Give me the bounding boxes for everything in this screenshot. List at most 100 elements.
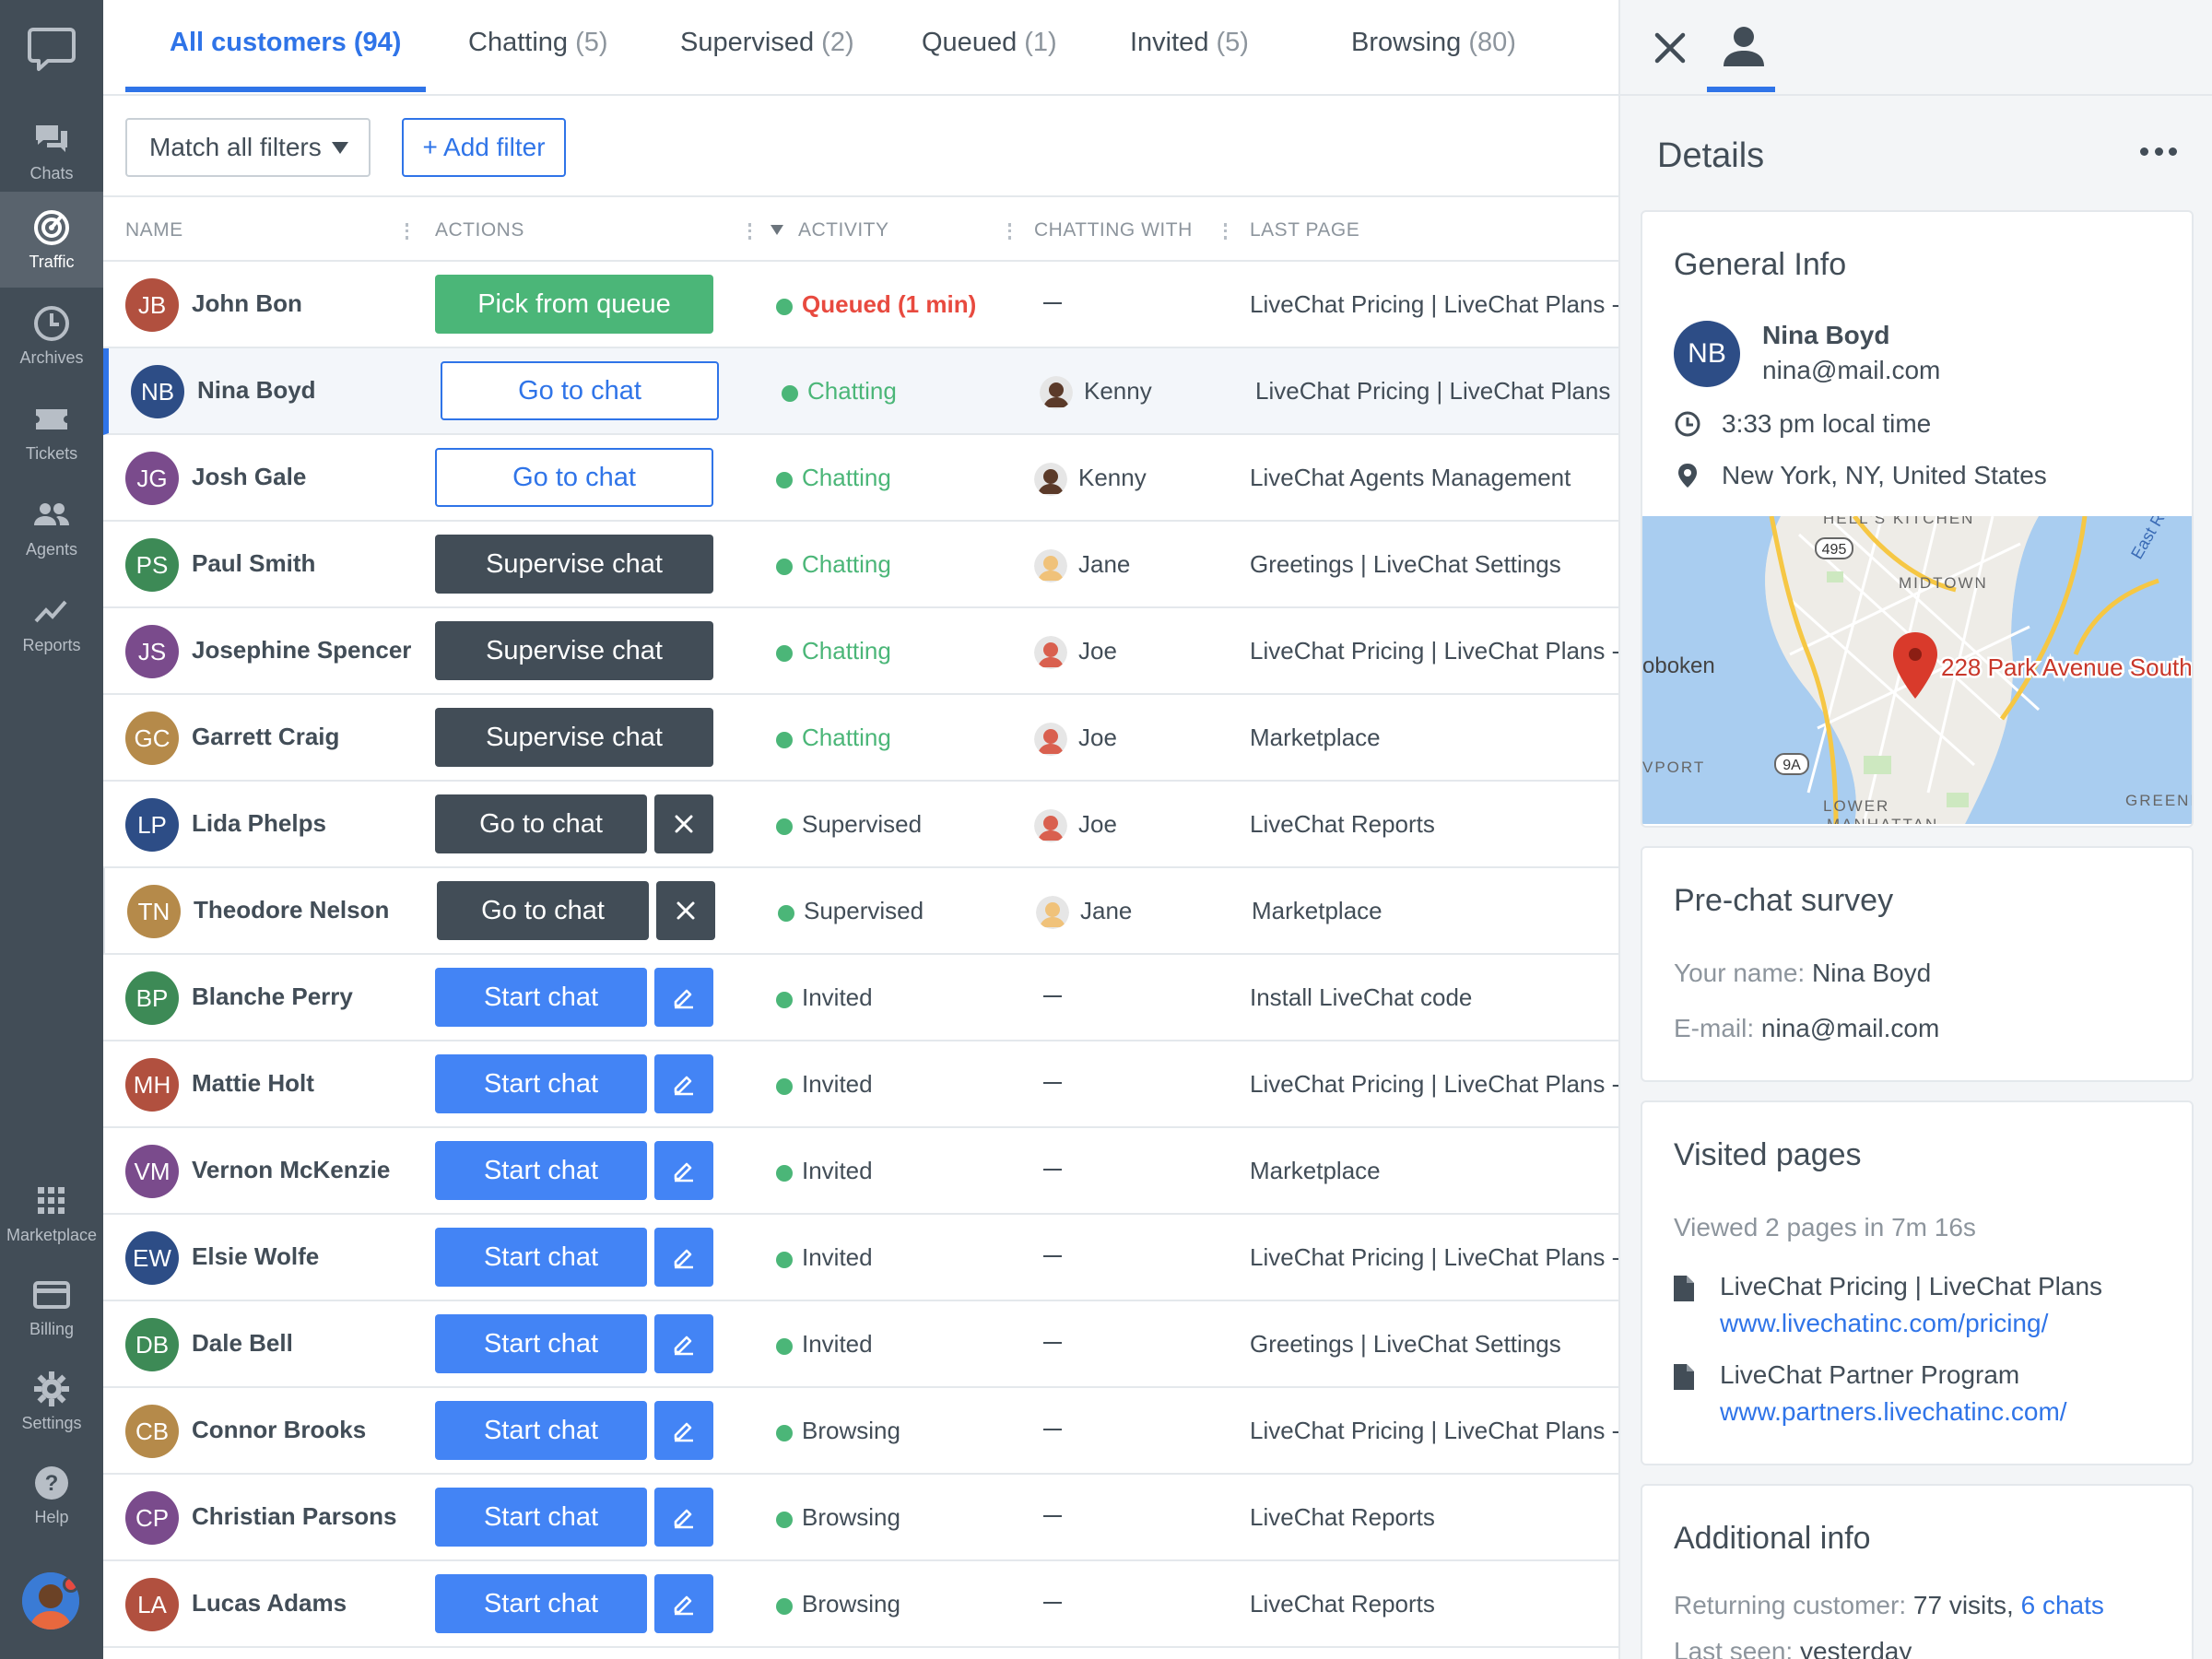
edit-invitation-button[interactable]	[654, 968, 713, 1027]
table-row[interactable]: CB Connor Brooks Start chat Browsing LiveCha…	[103, 1388, 1618, 1475]
additional-info-heading: Additional info	[1674, 1521, 1871, 1556]
customer-profile-icon[interactable]	[1720, 24, 1768, 70]
start-chat-button[interactable]: Start chat	[435, 1488, 647, 1547]
start-chat-button[interactable]: Start chat	[435, 968, 647, 1027]
nav-item-help[interactable]: ? Help	[0, 1447, 103, 1543]
start-chat-button[interactable]: Start chat	[435, 1054, 647, 1113]
edit-invitation-button[interactable]	[654, 1314, 713, 1373]
column-resize-handle[interactable]	[1008, 223, 1011, 240]
tab-supervised[interactable]: Supervised (2)	[680, 28, 854, 58]
column-header-actions[interactable]: ACTIONS	[435, 219, 524, 241]
edit-invitation-button[interactable]	[654, 1488, 713, 1547]
go-to-chat-button[interactable]: Go to chat	[441, 361, 719, 420]
agent-name: Kenny	[1084, 377, 1152, 405]
go-to-chat-button[interactable]: Go to chat	[435, 794, 647, 853]
match-filters-dropdown[interactable]: Match all filters	[125, 118, 371, 177]
column-resize-handle[interactable]	[748, 223, 751, 240]
start-chat-button[interactable]: Start chat	[435, 1314, 647, 1373]
column-resize-handle[interactable]	[406, 223, 408, 240]
table-row[interactable]: BP Blanche Perry Start chat Invited Install …	[103, 955, 1618, 1041]
go-to-chat-button[interactable]: Go to chat	[435, 448, 713, 507]
livechat-logo-icon[interactable]	[0, 17, 103, 81]
map-pin-label: 228 Park Avenue South	[1941, 653, 2193, 681]
map-label: 495	[1822, 542, 1847, 558]
more-options-icon[interactable]	[2140, 147, 2177, 157]
nav-item-tickets[interactable]: Tickets	[0, 383, 103, 479]
customer-name: Blanche Perry	[192, 982, 353, 1010]
tab-queued[interactable]: Queued (1)	[922, 28, 1057, 58]
table-row[interactable]: JG Josh Gale Go to chat Chatting Kenny LiveCh…	[103, 435, 1618, 522]
edit-invitation-button[interactable]	[654, 1574, 713, 1633]
no-agent-dash	[1043, 1082, 1062, 1084]
start-chat-button[interactable]: Start chat	[435, 1574, 647, 1633]
nav-item-marketplace[interactable]: Marketplace	[0, 1165, 103, 1261]
location-map[interactable]: HELL'S KITCHEN MIDTOWN VPORT LOWER MANHA…	[1642, 516, 2194, 824]
table-row[interactable]: LP Lida Phelps Go to chat Supervised Joe Live…	[103, 782, 1618, 868]
column-header-chatting-with[interactable]: CHATTING WITH	[1034, 219, 1193, 241]
chats-link[interactable]: 6 chats	[2021, 1591, 2104, 1619]
table-row[interactable]: DB Dale Bell Start chat Invited Greetings | …	[103, 1301, 1618, 1388]
edit-invitation-button[interactable]	[654, 1228, 713, 1287]
tab-chatting[interactable]: Chatting (5)	[468, 28, 608, 58]
close-icon[interactable]	[1650, 28, 1690, 68]
stop-supervising-button[interactable]	[656, 881, 715, 940]
map-label: HELL'S KITCHEN	[1823, 516, 1974, 527]
edit-invitation-button[interactable]	[654, 1401, 713, 1460]
nav-item-settings[interactable]: Settings	[0, 1353, 103, 1449]
table-row[interactable]: PS Paul Smith Supervise chat Chatting Jane Gr…	[103, 522, 1618, 608]
table-row[interactable]: VM Vernon McKenzie Start chat Invited Market…	[103, 1128, 1618, 1215]
tab-invited[interactable]: Invited (5)	[1130, 28, 1249, 58]
go-to-chat-button[interactable]: Go to chat	[437, 881, 649, 940]
column-header-name[interactable]: NAME	[125, 219, 183, 241]
nav-item-traffic[interactable]: Traffic	[0, 192, 103, 288]
current-user-avatar[interactable]	[22, 1572, 79, 1630]
supervise-chat-button[interactable]: Supervise chat	[435, 621, 713, 680]
supervise-chat-button[interactable]: Supervise chat	[435, 708, 713, 767]
column-header-activity[interactable]: ACTIVITY	[798, 219, 889, 241]
activity-status: Invited	[802, 1330, 873, 1358]
table-row[interactable]: TN Theodore Nelson Go to chat Supervised Jan…	[103, 868, 1618, 955]
column-header-last-page[interactable]: LAST PAGE	[1250, 219, 1359, 241]
nav-item-billing[interactable]: Billing	[0, 1259, 103, 1355]
pick-from-queue-button[interactable]: Pick from queue	[435, 275, 713, 334]
stop-supervising-button[interactable]	[654, 794, 713, 853]
table-row[interactable]: CP Christian Parsons Start chat Browsing Liv…	[103, 1475, 1618, 1561]
start-chat-button[interactable]: Start chat	[435, 1228, 647, 1287]
activity-status: Chatting	[802, 724, 891, 751]
table-row[interactable]: JS Josephine Spencer Supervise chat Chattin…	[103, 608, 1618, 695]
agent-avatar	[1034, 636, 1067, 669]
column-resize-handle[interactable]	[1224, 223, 1227, 240]
edit-invitation-button[interactable]	[654, 1054, 713, 1113]
table-row[interactable]: GC Garrett Craig Supervise chat Chatting Joe…	[103, 695, 1618, 782]
add-filter-button[interactable]: + Add filter	[402, 118, 566, 177]
agent-avatar	[1034, 463, 1067, 496]
tab-label: Chatting	[468, 28, 569, 57]
table-row[interactable]: JB John Bon Pick from queue Queued (1 min) L…	[103, 262, 1618, 348]
highway-495-shield: 495	[1815, 537, 1853, 559]
table-row[interactable]: NB Nina Boyd Go to chat Chatting Kenny LiveCh…	[103, 348, 1618, 435]
tab-all-customers[interactable]: All customers (94)	[170, 28, 401, 58]
table-row[interactable]: EW Elsie Wolfe Start chat Invited LiveChat P…	[103, 1215, 1618, 1301]
nav-item-chats[interactable]: Chats	[0, 103, 103, 199]
nav-item-agents[interactable]: Agents	[0, 479, 103, 575]
edit-invitation-button[interactable]	[654, 1141, 713, 1200]
nav-item-archives[interactable]: Archives	[0, 288, 103, 383]
table-row[interactable]: MH Mattie Holt Start chat Invited LiveChat P…	[103, 1041, 1618, 1128]
tab-label: Browsing	[1351, 28, 1462, 57]
visited-page-url[interactable]: www.livechatinc.com/pricing/	[1720, 1309, 2048, 1338]
start-chat-button[interactable]: Start chat	[435, 1141, 647, 1200]
visited-page-url[interactable]: www.partners.livechatinc.com/	[1720, 1397, 2067, 1427]
sort-desc-icon[interactable]	[771, 225, 783, 235]
nav-label: Help	[34, 1507, 69, 1526]
table-row[interactable]: LA Lucas Adams Start chat Browsing LiveChat …	[103, 1561, 1618, 1648]
nav-label: Traffic	[29, 252, 75, 271]
visited-page-title: LiveChat Pricing | LiveChat Plans	[1720, 1272, 2103, 1300]
survey-email-value: nina@mail.com	[1760, 1014, 1940, 1042]
start-chat-button[interactable]: Start chat	[435, 1401, 647, 1460]
nav-item-reports[interactable]: Reports	[0, 575, 103, 671]
close-icon	[675, 815, 693, 833]
visited-pages-heading: Visited pages	[1674, 1137, 1862, 1172]
tab-browsing[interactable]: Browsing (80)	[1351, 28, 1516, 58]
location-pin-icon	[1678, 464, 1697, 488]
supervise-chat-button[interactable]: Supervise chat	[435, 535, 713, 594]
